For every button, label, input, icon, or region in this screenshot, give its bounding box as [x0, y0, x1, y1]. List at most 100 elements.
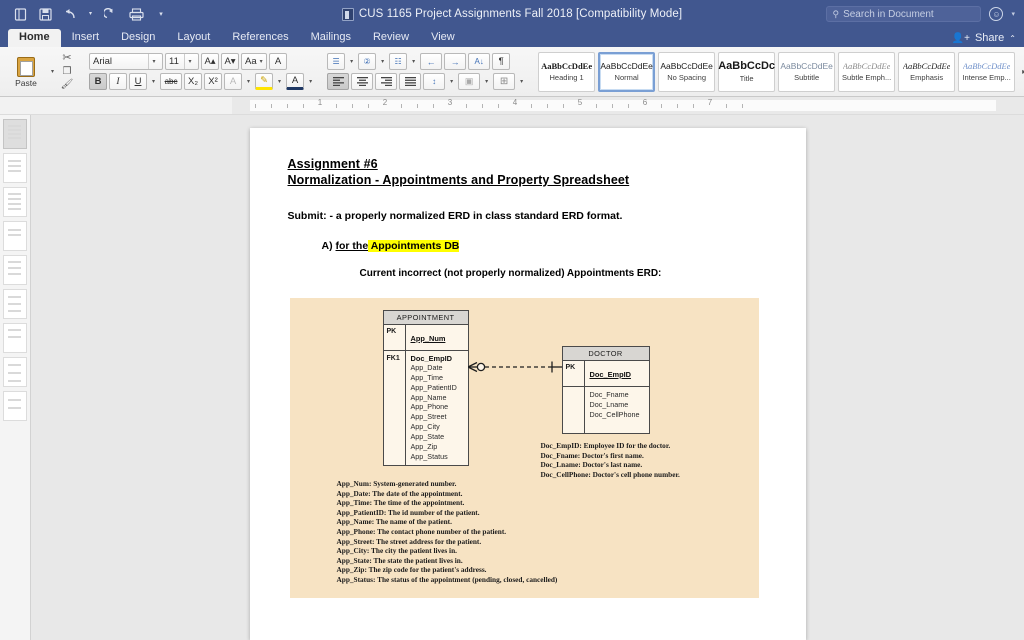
style-emphasis[interactable]: AaBbCcDdEe Emphasis — [898, 52, 955, 92]
style-no-spacing[interactable]: AaBbCcDdEe No Spacing — [658, 52, 715, 92]
tab-mailings[interactable]: Mailings — [300, 29, 362, 47]
feedback-smiley-icon[interactable]: ☺ — [989, 7, 1003, 21]
page-thumbnail[interactable] — [3, 119, 27, 149]
ribbon-collapse-icon[interactable]: ⌃ — [1009, 34, 1016, 43]
numbering-dropdown-icon[interactable]: ▾ — [378, 58, 387, 65]
subscript-button[interactable]: X₂ — [184, 73, 202, 90]
page-thumbnail[interactable] — [3, 153, 27, 183]
style-title[interactable]: AaBbCcDc Title — [718, 52, 775, 92]
paste-button[interactable]: Paste — [4, 47, 48, 96]
paste-dropdown-icon[interactable]: ▾ — [48, 68, 57, 75]
style-heading-1[interactable]: AaBbCcDdEe Heading 1 — [538, 52, 595, 92]
style-sample: AaBbCcDdEe — [541, 61, 592, 71]
superscript-button[interactable]: X² — [204, 73, 222, 90]
tab-insert[interactable]: Insert — [61, 29, 111, 47]
print-icon[interactable] — [128, 6, 144, 22]
change-case-button[interactable]: Aa ▾ — [241, 53, 267, 70]
share-button[interactable]: 👤+ Share ⌃ — [952, 32, 1016, 47]
cut-icon[interactable]: ✂ — [62, 53, 71, 64]
page-thumbnail[interactable] — [3, 255, 27, 285]
change-case-dropdown-icon[interactable]: ▾ — [257, 58, 266, 65]
feedback-dropdown-icon[interactable]: ▾ — [1011, 10, 1015, 18]
increase-indent-button[interactable]: → — [444, 53, 466, 70]
grow-font-button[interactable]: A▴ — [201, 53, 219, 70]
sort-button[interactable]: A↓ — [468, 53, 490, 70]
new-document-icon[interactable] — [12, 6, 28, 22]
multilevel-dropdown-icon[interactable]: ▾ — [409, 58, 418, 65]
bold-button[interactable]: B — [89, 73, 107, 90]
highlight-dropdown-icon[interactable]: ▾ — [275, 78, 284, 85]
shrink-font-button[interactable]: A▾ — [221, 53, 239, 70]
page-thumbnail[interactable] — [3, 289, 27, 319]
multilevel-list-button[interactable]: ☷ — [389, 53, 407, 70]
font-name-dropdown-icon[interactable]: ▾ — [148, 54, 159, 69]
highlight-button[interactable]: ✎ — [255, 73, 273, 90]
pk-field: Doc_EmpID — [590, 370, 631, 379]
font-name-combobox[interactable]: Arial ▾ — [89, 53, 163, 70]
align-left-button[interactable] — [327, 73, 349, 90]
tab-layout[interactable]: Layout — [166, 29, 221, 47]
style-intense-emphasis[interactable]: AaBbCcDdEe Intense Emp... — [958, 52, 1015, 92]
numbering-button[interactable]: ② — [358, 53, 376, 70]
justify-button[interactable] — [399, 73, 421, 90]
style-sample: AaBbCcDdEe — [903, 61, 951, 71]
align-center-button[interactable] — [351, 73, 373, 90]
tab-references[interactable]: References — [221, 29, 299, 47]
ruler-number: 6 — [643, 98, 647, 107]
attribute — [590, 420, 645, 430]
page-thumbnail[interactable] — [3, 221, 27, 251]
note-line: App_State: The state the patient lives i… — [337, 556, 558, 566]
bullets-button[interactable]: ☰ — [327, 53, 345, 70]
navigation-thumbnail-pane[interactable] — [0, 115, 31, 640]
format-painter-icon[interactable]: 🖌 — [61, 80, 74, 90]
tab-design[interactable]: Design — [110, 29, 166, 47]
italic-button[interactable]: I — [109, 73, 127, 90]
customize-toolbar-icon[interactable]: ▾ — [153, 6, 169, 22]
borders-dropdown-icon[interactable]: ▾ — [517, 78, 526, 85]
page-thumbnail[interactable] — [3, 187, 27, 217]
page-thumbnail[interactable] — [3, 323, 27, 353]
erd-diagram-image[interactable]: APPOINTMENT PK App_Num FK1 Doc_EmpID App… — [290, 298, 759, 598]
line-spacing-dropdown-icon[interactable]: ▾ — [447, 78, 456, 85]
text-effects-button[interactable]: A — [224, 73, 242, 90]
show-formatting-marks-button[interactable]: ¶ — [492, 53, 510, 70]
search-input[interactable]: ⚲ Search in Document — [826, 6, 981, 22]
style-normal[interactable]: AaBbCcDdEe Normal — [598, 52, 655, 92]
font-size-dropdown-icon[interactable]: ▾ — [184, 54, 195, 69]
style-name: No Spacing — [667, 73, 706, 82]
font-size-combobox[interactable]: 11 ▾ — [165, 53, 199, 70]
shading-dropdown-icon[interactable]: ▾ — [482, 78, 491, 85]
styles-gallery-more-icon[interactable]: ▸ — [1018, 67, 1024, 76]
borders-button[interactable]: ⊞ — [493, 73, 515, 90]
text-effects-icon: A — [230, 76, 236, 87]
shading-button[interactable]: ▣ — [458, 73, 480, 90]
bullets-dropdown-icon[interactable]: ▾ — [347, 58, 356, 65]
note-line: App_Zip: The zip code for the patient's … — [337, 565, 558, 575]
clear-formatting-button[interactable]: A — [269, 53, 287, 70]
tab-review[interactable]: Review — [362, 29, 420, 47]
copy-icon[interactable]: ❐ — [63, 67, 72, 77]
document-page[interactable]: Assignment #6 Normalization - Appointmen… — [250, 128, 806, 640]
underline-dropdown-icon[interactable]: ▾ — [149, 78, 158, 85]
style-subtle-emphasis[interactable]: AaBbCcDdEe Subtle Emph... — [838, 52, 895, 92]
undo-icon[interactable] — [62, 6, 78, 22]
align-right-button[interactable] — [375, 73, 397, 90]
strikethrough-button[interactable]: abc — [160, 73, 182, 90]
increase-indent-icon: → — [451, 57, 460, 67]
page-thumbnail[interactable] — [3, 357, 27, 387]
font-color-dropdown-icon[interactable]: ▾ — [306, 78, 315, 85]
undo-dropdown-icon[interactable]: ▾ — [87, 6, 94, 22]
page-thumbnail[interactable] — [3, 391, 27, 421]
style-subtitle[interactable]: AaBbCcDdEe Subtitle — [778, 52, 835, 92]
decrease-indent-button[interactable]: ← — [420, 53, 442, 70]
save-icon[interactable] — [37, 6, 53, 22]
tab-home[interactable]: Home — [8, 29, 61, 47]
font-color-button[interactable]: A — [286, 73, 304, 90]
tab-view[interactable]: View — [420, 29, 466, 47]
note-line: App_Num: System-generated number. — [337, 479, 558, 489]
underline-button[interactable]: U — [129, 73, 147, 90]
horizontal-ruler[interactable]: 1 2 3 4 5 6 7 — [232, 97, 1024, 114]
text-effects-dropdown-icon[interactable]: ▾ — [244, 78, 253, 85]
line-spacing-button[interactable]: ↕ — [423, 73, 445, 90]
redo-icon[interactable] — [103, 6, 119, 22]
